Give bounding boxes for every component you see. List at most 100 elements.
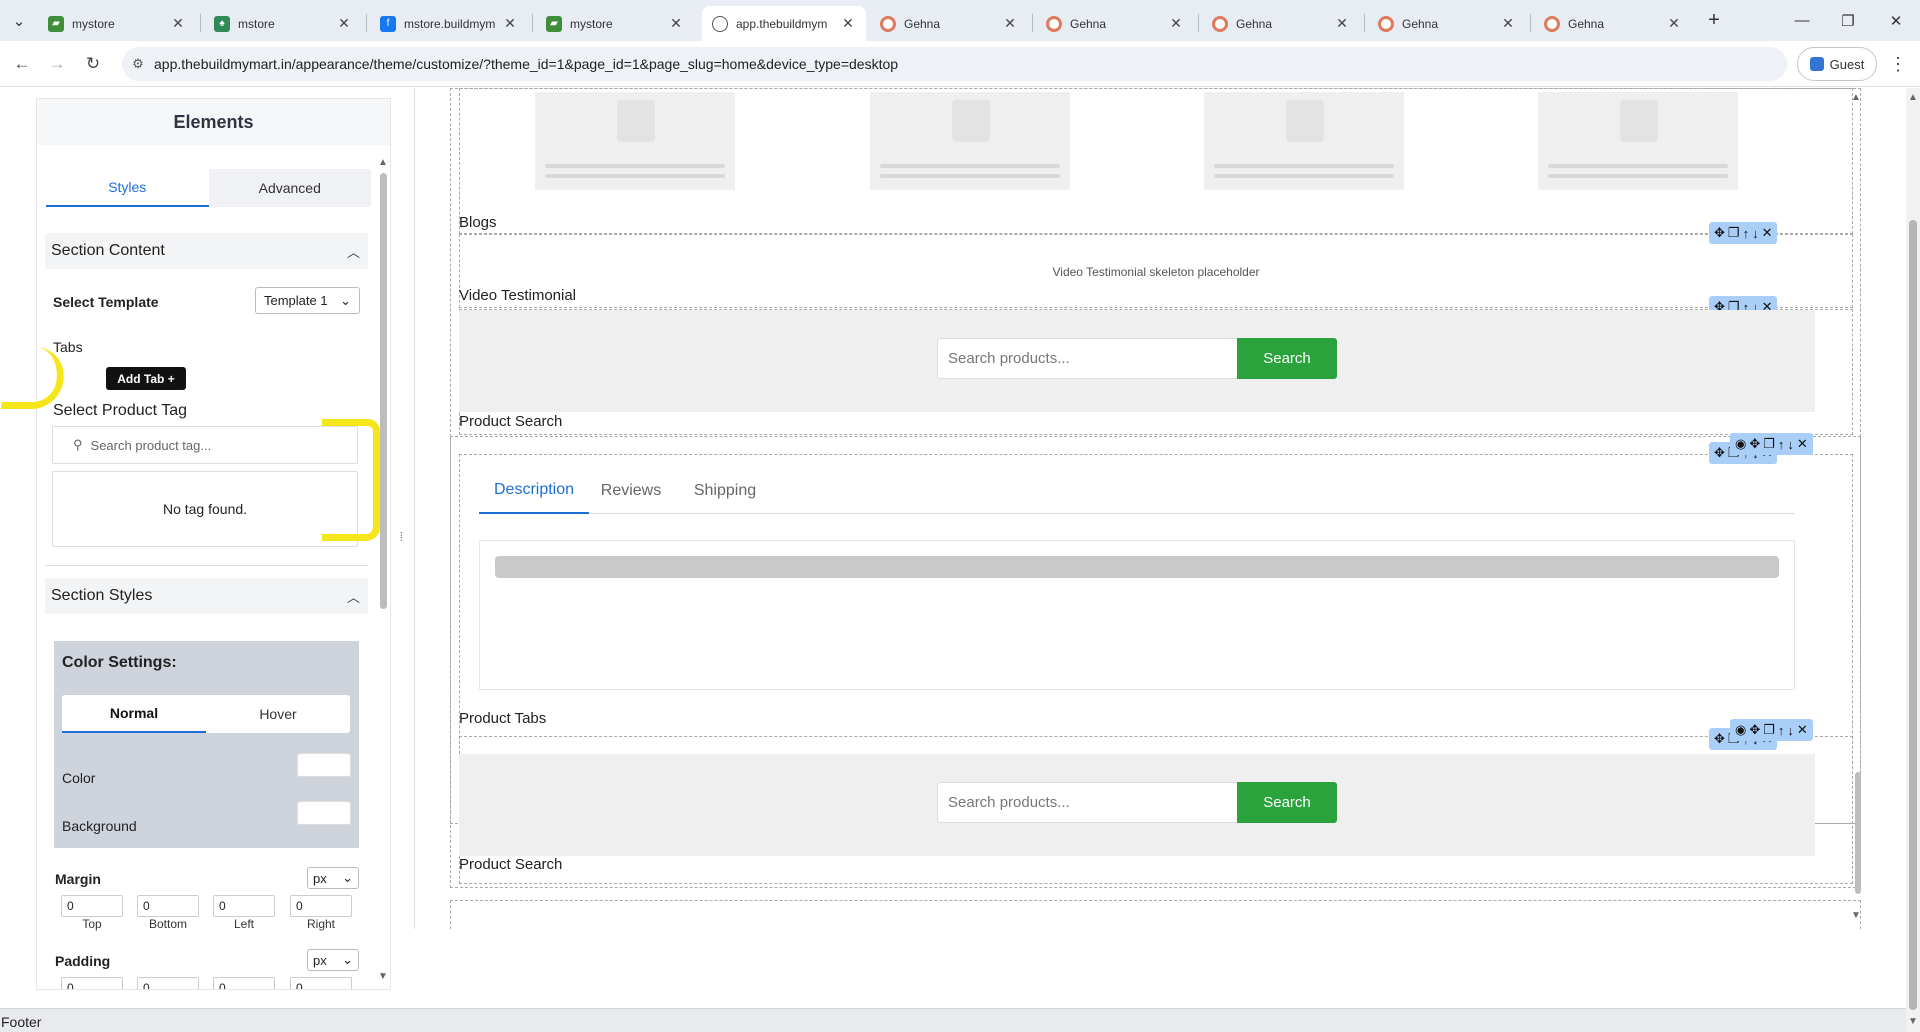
- page-scrollbar-thumb[interactable]: [1909, 220, 1917, 1010]
- move-down-icon[interactable]: ↓: [1752, 226, 1759, 241]
- delete-icon[interactable]: ✕: [1797, 436, 1808, 452]
- tab-advanced[interactable]: Advanced: [209, 169, 372, 207]
- visibility-icon[interactable]: ◉: [1735, 436, 1746, 452]
- tab-description[interactable]: Description: [479, 468, 589, 514]
- delete-icon[interactable]: ✕: [1762, 225, 1773, 241]
- close-tab-icon[interactable]: ✕: [1500, 15, 1516, 32]
- minimize-icon[interactable]: —: [1780, 0, 1824, 41]
- forward-icon[interactable]: →: [43, 50, 71, 78]
- close-tab-icon[interactable]: ✕: [502, 15, 518, 32]
- close-tab-icon[interactable]: ✕: [668, 15, 684, 32]
- browser-menu-icon[interactable]: ⋮: [1884, 50, 1912, 78]
- page-scrollbar[interactable]: ▲ ▼: [1906, 88, 1920, 1032]
- tag-search-input[interactable]: ⚲ Search product tag...: [52, 426, 358, 464]
- close-tab-icon[interactable]: ✕: [1168, 15, 1184, 32]
- profile-button[interactable]: Guest: [1797, 47, 1877, 81]
- browser-tab[interactable]: Gehna ✕: [870, 6, 1028, 41]
- section-styles-title: Section Styles: [51, 587, 153, 604]
- reload-icon[interactable]: ↻: [79, 50, 107, 78]
- move-icon[interactable]: ✥: [1749, 722, 1760, 738]
- duplicate-icon[interactable]: ❐: [1728, 225, 1740, 241]
- restore-icon[interactable]: ❐: [1826, 0, 1870, 41]
- padding-top-input[interactable]: 0: [61, 977, 123, 989]
- state-tabs: Normal Hover: [62, 695, 350, 733]
- delete-icon[interactable]: ✕: [1797, 722, 1808, 738]
- move-icon[interactable]: ✥: [1714, 445, 1725, 461]
- browser-tab[interactable]: Gehna ✕: [1368, 6, 1526, 41]
- product-search-input[interactable]: Search products...: [937, 338, 1240, 379]
- browser-tab[interactable]: Gehna ✕: [1202, 6, 1360, 41]
- tab-shipping[interactable]: Shipping: [675, 468, 775, 514]
- move-up-icon[interactable]: ↑: [1778, 437, 1785, 452]
- scroll-up-arrow-icon[interactable]: ▲: [1908, 92, 1918, 103]
- tab-styles[interactable]: Styles: [46, 169, 209, 207]
- duplicate-icon[interactable]: ❐: [1763, 722, 1775, 738]
- margin-right-input[interactable]: 0: [290, 895, 352, 917]
- padding-bottom-input[interactable]: 0: [137, 977, 199, 989]
- panel-scrollbar-thumb[interactable]: [380, 173, 387, 609]
- move-down-icon[interactable]: ↓: [1787, 437, 1794, 452]
- add-tab-button[interactable]: Add Tab +: [106, 367, 186, 390]
- close-tab-icon[interactable]: ✕: [170, 15, 186, 32]
- close-tab-icon[interactable]: ✕: [1002, 15, 1018, 32]
- tab-search-icon[interactable]: ⌄: [0, 0, 38, 41]
- template-select[interactable]: Template 1 ⌄: [255, 287, 360, 314]
- background-swatch[interactable]: [297, 801, 351, 825]
- canvas-scrollbar-thumb[interactable]: [1855, 772, 1861, 894]
- tab-normal[interactable]: Normal: [62, 695, 206, 733]
- move-down-icon[interactable]: ↓: [1787, 723, 1794, 738]
- padding-right-input[interactable]: 0: [290, 977, 352, 989]
- visibility-icon[interactable]: ◉: [1735, 722, 1746, 738]
- close-window-icon[interactable]: ✕: [1872, 0, 1920, 41]
- blog-card-placeholder: [870, 92, 1070, 190]
- browser-tab[interactable]: f mstore.buildmym ✕: [370, 6, 528, 41]
- url-text: app.thebuildmymart.in/appearance/theme/c…: [154, 56, 899, 72]
- tab-reviews[interactable]: Reviews: [591, 468, 671, 514]
- text-line: [1548, 174, 1728, 178]
- site-info-icon[interactable]: ⚙: [122, 56, 154, 72]
- margin-left-input[interactable]: 0: [213, 895, 275, 917]
- move-up-icon[interactable]: ↑: [1743, 226, 1750, 241]
- scroll-down-arrow-icon[interactable]: ▼: [1851, 910, 1861, 921]
- chevron-down-icon: ⌄: [342, 952, 353, 967]
- search-button[interactable]: Search: [1237, 338, 1337, 379]
- tab-hover[interactable]: Hover: [206, 695, 350, 733]
- close-tab-icon[interactable]: ✕: [336, 15, 352, 32]
- color-settings-title: Color Settings:: [62, 654, 177, 671]
- blogs-label: Blogs: [459, 214, 497, 231]
- browser-tab[interactable]: ▰ mystore ✕: [38, 6, 196, 41]
- back-icon[interactable]: ←: [8, 50, 36, 78]
- browser-tab[interactable]: ♠ mstore ✕: [204, 6, 362, 41]
- move-icon[interactable]: ✥: [1749, 436, 1760, 452]
- chevron-up-icon[interactable]: ︿: [347, 242, 360, 261]
- browser-tab[interactable]: Gehna ✕: [1036, 6, 1194, 41]
- browser-tab[interactable]: Gehna ✕: [1534, 6, 1692, 41]
- browser-tab-active[interactable]: app.thebuildmym ✕: [702, 6, 866, 41]
- resize-handle-icon[interactable]: ⦙: [400, 530, 403, 545]
- move-icon[interactable]: ✥: [1714, 731, 1725, 747]
- scroll-up-arrow-icon[interactable]: ▲: [1851, 92, 1861, 103]
- address-bar[interactable]: ⚙ app.thebuildmymart.in/appearance/theme…: [122, 47, 1787, 81]
- move-icon[interactable]: ✥: [1714, 225, 1725, 241]
- product-search-input[interactable]: Search products...: [937, 782, 1240, 823]
- margin-unit-select[interactable]: px ⌄: [307, 867, 359, 889]
- scroll-down-arrow-icon[interactable]: ▼: [1908, 1016, 1918, 1027]
- close-tab-icon[interactable]: ✕: [840, 15, 856, 32]
- duplicate-icon[interactable]: ❐: [1763, 436, 1775, 452]
- close-tab-icon[interactable]: ✕: [1666, 15, 1682, 32]
- margin-bottom-input[interactable]: 0: [137, 895, 199, 917]
- scroll-down-arrow-icon[interactable]: ▼: [378, 971, 388, 982]
- chevron-up-icon[interactable]: ︿: [347, 587, 360, 606]
- move-up-icon[interactable]: ↑: [1778, 723, 1785, 738]
- padding-left-input[interactable]: 0: [213, 977, 275, 989]
- close-tab-icon[interactable]: ✕: [1334, 15, 1350, 32]
- new-tab-button[interactable]: +: [1692, 0, 1736, 41]
- scroll-up-arrow-icon[interactable]: ▲: [378, 157, 388, 168]
- search-button[interactable]: Search: [1237, 782, 1337, 823]
- browser-tab[interactable]: ▰ mystore ✕: [536, 6, 694, 41]
- section-styles-header[interactable]: Section Styles ︿: [45, 578, 368, 614]
- padding-unit-select[interactable]: px ⌄: [307, 949, 359, 971]
- margin-top-input[interactable]: 0: [61, 895, 123, 917]
- color-swatch[interactable]: [297, 753, 351, 777]
- section-content-header[interactable]: Section Content ︿: [45, 233, 368, 269]
